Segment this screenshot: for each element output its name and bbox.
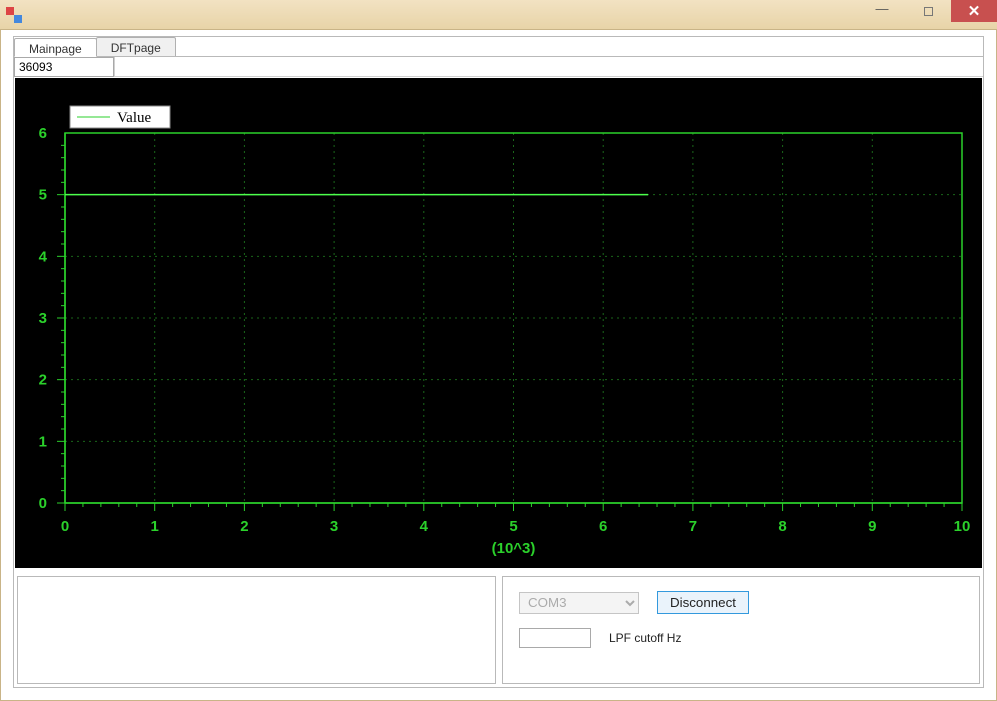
- lpf-cutoff-label: LPF cutoff Hz: [609, 631, 681, 645]
- maximize-button[interactable]: [905, 0, 951, 22]
- window-controls: — ✕: [859, 0, 997, 22]
- titlebar: — ✕: [0, 0, 997, 30]
- svg-text:7: 7: [689, 518, 697, 535]
- svg-text:4: 4: [39, 248, 48, 265]
- svg-text:3: 3: [39, 310, 47, 327]
- controls-panel: COM3 Disconnect LPF cutoff Hz: [502, 576, 980, 684]
- svg-text:5: 5: [509, 518, 517, 535]
- main-panel: Mainpage DFTpage 36093 0 1 2 3 4 5 6 0 1 2 3 4 5 6 7 8 9…: [13, 36, 984, 688]
- value-readout: 36093: [14, 57, 114, 77]
- svg-text:3: 3: [330, 518, 338, 535]
- svg-text:9: 9: [868, 518, 876, 535]
- svg-text:Value: Value: [117, 110, 151, 126]
- svg-text:8: 8: [778, 518, 786, 535]
- svg-text:0: 0: [61, 518, 69, 535]
- tab-mainpage[interactable]: Mainpage: [14, 38, 97, 57]
- lpf-cutoff-input[interactable]: [519, 628, 591, 648]
- minimize-button[interactable]: —: [859, 0, 905, 22]
- svg-text:4: 4: [420, 518, 429, 535]
- svg-text:2: 2: [240, 518, 248, 535]
- svg-text:6: 6: [39, 125, 47, 142]
- svg-text:6: 6: [599, 518, 607, 535]
- svg-text:1: 1: [151, 518, 159, 535]
- svg-text:5: 5: [39, 187, 47, 204]
- svg-text:1: 1: [39, 433, 47, 450]
- disconnect-button[interactable]: Disconnect: [657, 591, 749, 614]
- tabstrip: Mainpage DFTpage: [14, 37, 983, 57]
- tab-dftpage[interactable]: DFTpage: [96, 37, 176, 56]
- close-button[interactable]: ✕: [951, 0, 997, 22]
- chart: 0 1 2 3 4 5 6 0 1 2 3 4 5 6 7 8 9 10 (10^3) Value: [15, 78, 982, 568]
- svg-text:0: 0: [39, 495, 47, 512]
- app-icon: [6, 7, 22, 23]
- svg-text:10: 10: [954, 518, 971, 535]
- log-panel: [17, 576, 496, 684]
- com-port-select[interactable]: COM3: [519, 592, 639, 614]
- svg-text:2: 2: [39, 372, 47, 389]
- svg-text:(10^3): (10^3): [492, 540, 536, 557]
